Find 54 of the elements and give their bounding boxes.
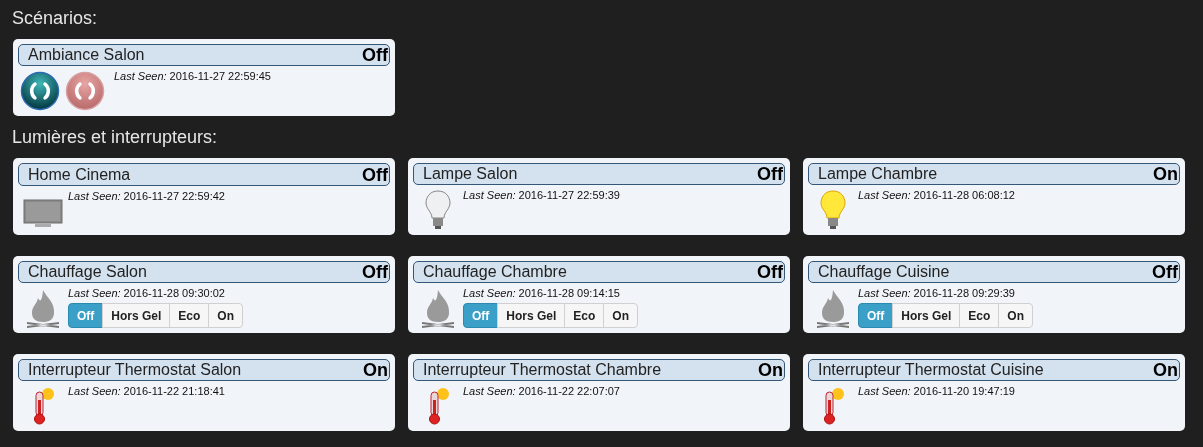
device-name: Chauffage Cuisine: [818, 264, 950, 280]
mode-button[interactable]: On: [998, 303, 1034, 328]
device-status: Off: [757, 263, 783, 281]
last-seen-label: Last Seen:: [68, 189, 121, 203]
mode-button[interactable]: Eco: [564, 303, 605, 328]
last-seen-time: 2016-11-27 22:59:45: [169, 69, 271, 83]
device-name: Chauffage Salon: [28, 264, 147, 280]
last-seen-time: 2016-11-28 09:30:02: [123, 286, 225, 300]
device-status: On: [363, 361, 388, 379]
scene-off-button[interactable]: [65, 71, 105, 111]
last-seen-time: 2016-11-27 22:59:42: [123, 189, 225, 203]
last-seen-time: 2016-11-22 22:07:07: [518, 384, 620, 398]
last-seen-label: Last Seen:: [858, 384, 911, 398]
last-seen-label: Last Seen:: [463, 188, 516, 202]
section-title: Lumières et interrupteurs:: [12, 126, 219, 149]
device-name: Chauffage Chambre: [423, 264, 567, 280]
device-status: Off: [362, 165, 388, 184]
mode-button[interactable]: On: [603, 303, 639, 328]
device-status: Off: [1152, 263, 1178, 281]
last-seen-time: 2016-11-27 22:59:39: [518, 188, 620, 202]
device-name: Interrupteur Thermostat Cuisine: [818, 362, 1044, 378]
mode-button[interactable]: Hors Gel: [102, 303, 171, 328]
last-seen-label: Last Seen:: [858, 188, 911, 202]
last-seen-label: Last Seen:: [68, 286, 121, 300]
device-status: On: [1153, 165, 1178, 183]
mode-button[interactable]: Hors Gel: [497, 303, 566, 328]
mode-button[interactable]: Hors Gel: [892, 303, 961, 328]
last-seen-time: 2016-11-28 09:29:39: [913, 286, 1015, 300]
last-seen-label: Last Seen:: [858, 286, 911, 300]
last-seen-time: 2016-11-20 19:47:19: [913, 384, 1015, 398]
last-seen-time: 2016-11-22 21:18:41: [123, 384, 225, 398]
device-status: Off: [362, 46, 388, 64]
mode-button[interactable]: Eco: [169, 303, 210, 328]
television-icon: [22, 199, 63, 229]
section-title: Scénarios:: [12, 7, 99, 30]
last-seen-label: Last Seen:: [114, 69, 167, 83]
device-name: Lampe Chambre: [818, 166, 938, 182]
device-name: Home Cinema: [28, 166, 131, 183]
device-name: Interrupteur Thermostat Chambre: [423, 362, 662, 378]
last-seen-label: Last Seen:: [463, 384, 516, 398]
scene-on-button[interactable]: [20, 71, 60, 111]
device-status: On: [758, 361, 783, 379]
last-seen-label: Last Seen:: [68, 384, 121, 398]
last-seen-time: 2016-11-28 06:08:12: [913, 188, 1015, 202]
last-seen-time: 2016-11-28 09:14:15: [518, 286, 620, 300]
mode-button[interactable]: Eco: [959, 303, 1000, 328]
device-name: Lampe Salon: [423, 166, 518, 182]
device-name: Ambiance Salon: [28, 47, 145, 63]
device-status: Off: [757, 165, 783, 183]
device-name: Interrupteur Thermostat Salon: [28, 362, 242, 378]
device-status: Off: [362, 263, 388, 281]
mode-button[interactable]: On: [208, 303, 244, 328]
device-status: On: [1153, 361, 1178, 379]
last-seen-label: Last Seen:: [463, 286, 516, 300]
